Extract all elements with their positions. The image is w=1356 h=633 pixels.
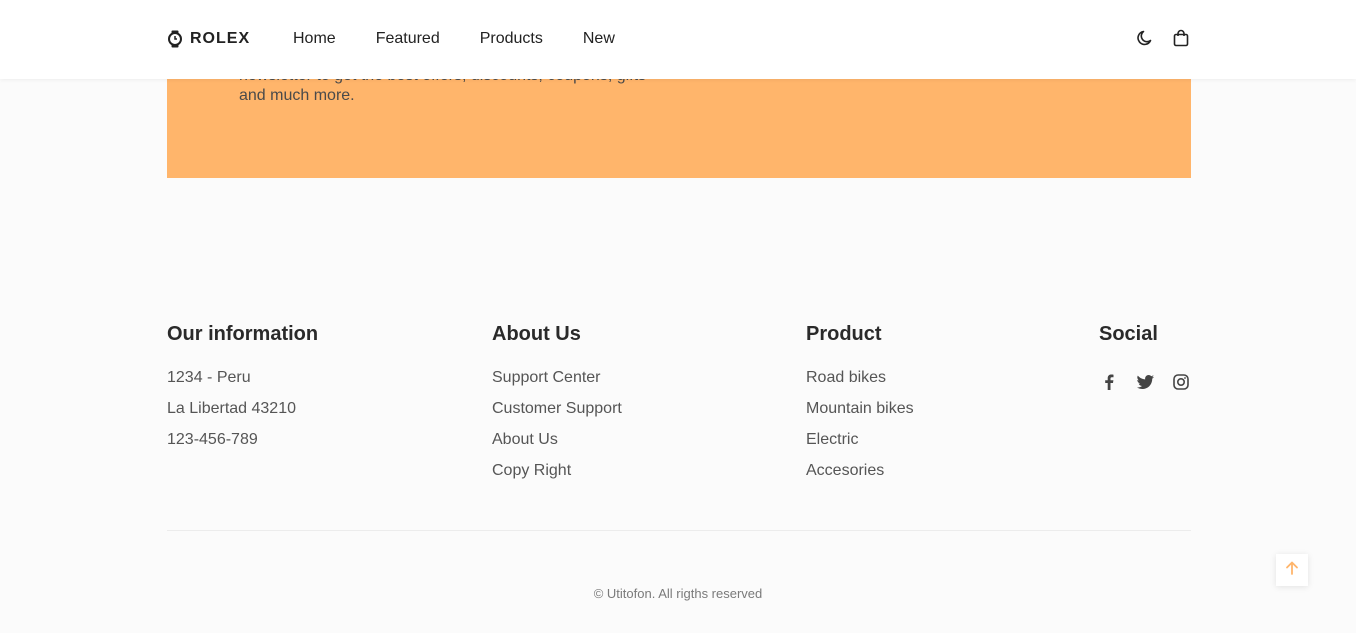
arrow-up-icon <box>1285 561 1299 580</box>
footer-info-column: Our information 1234 - Peru La Libertad … <box>167 322 318 461</box>
link-electric[interactable]: Electric <box>806 430 914 450</box>
info-city: La Libertad 43210 <box>167 400 296 417</box>
facebook-icon[interactable] <box>1099 372 1119 392</box>
link-customer-support[interactable]: Customer Support <box>492 399 622 419</box>
logo[interactable]: ROLEX <box>167 28 250 50</box>
copyright: © Utitofon. All rigths reserved <box>593 586 763 601</box>
watch-icon <box>167 30 183 48</box>
link-about-us[interactable]: About Us <box>492 430 622 450</box>
link-copy-right[interactable]: Copy Right <box>492 461 622 481</box>
nav-featured[interactable]: Featured <box>376 30 440 48</box>
footer-social-column: Social <box>1099 322 1191 392</box>
nav-products[interactable]: Products <box>480 30 543 48</box>
header: ROLEX Home Featured Products New <box>0 0 1356 79</box>
nav-home[interactable]: Home <box>293 30 336 48</box>
moon-icon[interactable] <box>1134 27 1156 49</box>
logo-text: ROLEX <box>190 30 251 47</box>
link-accesories[interactable]: Accesories <box>806 461 914 481</box>
shopping-bag-icon[interactable] <box>1170 27 1192 49</box>
info-address: 1234 - Peru <box>167 369 251 386</box>
link-support-center[interactable]: Support Center <box>492 368 622 388</box>
link-mountain-bikes[interactable]: Mountain bikes <box>806 399 914 419</box>
nav-new[interactable]: New <box>583 30 615 48</box>
twitter-icon[interactable] <box>1135 372 1155 392</box>
footer-about-column: About Us Support Center Customer Support… <box>492 322 622 492</box>
footer-product-title: Product <box>806 323 882 345</box>
social-links <box>1099 372 1191 392</box>
footer-social-title: Social <box>1099 323 1158 345</box>
footer-product-column: Product Road bikes Mountain bikes Electr… <box>806 322 914 492</box>
footer-info-title: Our information <box>167 323 319 345</box>
footer-about-title: About Us <box>492 323 581 345</box>
instagram-icon[interactable] <box>1171 372 1191 392</box>
link-road-bikes[interactable]: Road bikes <box>806 368 914 388</box>
info-phone: 123-456-789 <box>167 431 258 448</box>
footer-divider <box>167 530 1191 531</box>
main-nav: Home Featured Products New <box>293 30 615 48</box>
scroll-up-button[interactable] <box>1276 554 1308 586</box>
